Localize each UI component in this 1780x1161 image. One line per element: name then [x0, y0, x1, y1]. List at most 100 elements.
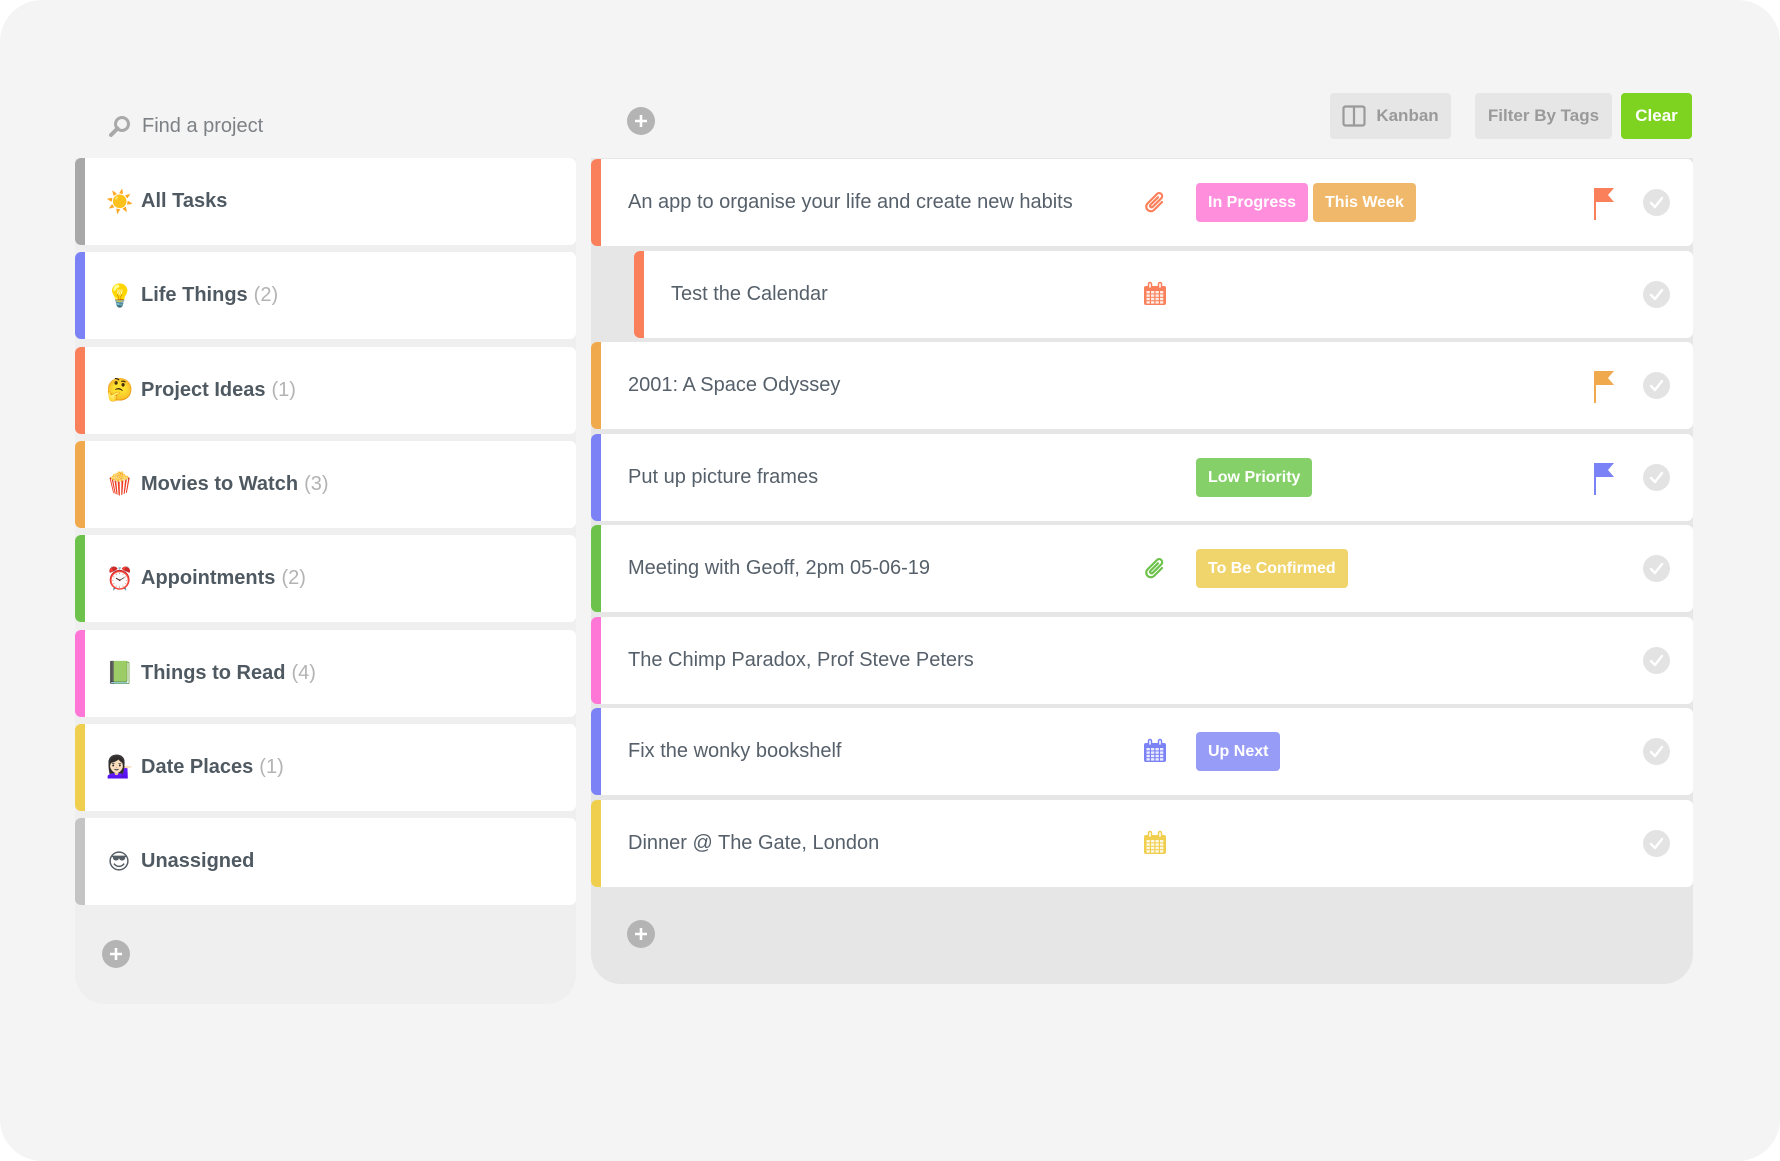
kanban-button[interactable]: Kanban: [1330, 93, 1451, 139]
task-row[interactable]: 2001: A Space Odyssey: [591, 342, 1693, 429]
task-row[interactable]: Fix the wonky bookshelf Up Next: [591, 708, 1693, 795]
checkmark-icon: [1649, 654, 1664, 666]
task-row[interactable]: Meeting with Geoff, 2pm 05-06-19 To Be Co…: [591, 525, 1693, 612]
sidebar-item-movies-to-watch[interactable]: 🍿 Movies to Watch (3): [75, 440, 576, 528]
filter-label: Filter By Tags: [1487, 106, 1600, 125]
project-name: All Tasks: [141, 190, 228, 212]
sidebar-item-all-tasks[interactable]: ☀️ All Tasks: [75, 158, 576, 245]
task-color-stripe: [591, 433, 601, 521]
sidebar-item-life-things[interactable]: 💡 Life Things (2): [75, 252, 576, 340]
task-title: Dinner @ The Gate, London: [628, 831, 880, 854]
complete-checkbox[interactable]: [1643, 829, 1670, 857]
add-task-button-bottom[interactable]: [627, 920, 655, 948]
project-name: Things to Read: [141, 661, 286, 684]
search-icon: [109, 116, 130, 137]
task-tags: To Be Confirmed: [1196, 549, 1348, 588]
project-color-stripe: [75, 158, 85, 245]
complete-checkbox[interactable]: [1643, 555, 1670, 582]
task-list: An app to organise your life and create …: [591, 158, 1693, 984]
sidebar-item-project-ideas[interactable]: 🤔 Project Ideas (1): [75, 346, 576, 434]
task-title: An app to organise your life and create …: [628, 191, 1073, 213]
project-emoji-icon: ⏰: [106, 565, 134, 591]
project-name: Appointments: [141, 567, 276, 590]
project-emoji-icon: 💁🏻‍♀️: [106, 754, 134, 780]
project-color-stripe: [75, 346, 85, 434]
task-row[interactable]: An app to organise your life and create …: [591, 159, 1693, 246]
paperclip-icon[interactable]: [1142, 189, 1168, 215]
task-title: 2001: A Space Odyssey: [628, 374, 841, 396]
project-count: (2): [281, 567, 306, 590]
checkmark-icon: [1649, 379, 1664, 392]
complete-checkbox[interactable]: [1643, 280, 1670, 308]
task-tags: In Progress This Week: [1196, 183, 1416, 222]
sidebar-item-date-places[interactable]: 💁🏻‍♀️ Date Places (1): [75, 723, 576, 811]
checkmark-icon: [1649, 562, 1664, 575]
project-search[interactable]: [108, 108, 442, 144]
flag-icon[interactable]: [1593, 462, 1615, 496]
clear-label: Clear: [1635, 106, 1678, 125]
task-row[interactable]: Put up picture frames Low Priority: [591, 433, 1693, 521]
task-color-stripe: [591, 708, 601, 795]
sidebar-item-things-to-read[interactable]: 📗 Things to Read (4): [75, 629, 576, 717]
complete-checkbox[interactable]: [1643, 463, 1670, 491]
calendar-icon[interactable]: [1142, 738, 1168, 764]
checkmark-icon: [1649, 745, 1664, 758]
project-emoji-icon: 😎: [107, 848, 131, 874]
search-input[interactable]: [142, 114, 442, 138]
clear-button[interactable]: Clear: [1621, 93, 1692, 139]
project-name: Life Things: [141, 284, 248, 307]
task-color-stripe: [591, 799, 601, 887]
project-color-stripe: [75, 629, 85, 717]
checkmark-icon: [1649, 837, 1664, 849]
project-name: Unassigned: [141, 850, 255, 873]
tag-badge[interactable]: Up Next: [1196, 732, 1281, 771]
paperclip-icon[interactable]: [1142, 555, 1168, 581]
tag-badge[interactable]: This Week: [1313, 183, 1416, 222]
kanban-label: Kanban: [1376, 106, 1439, 125]
project-count: (4): [291, 661, 316, 684]
task-color-stripe: [591, 342, 601, 429]
calendar-icon[interactable]: [1142, 830, 1168, 856]
task-title: Put up picture frames: [628, 465, 819, 488]
columns-icon: [1342, 105, 1366, 127]
task-color-stripe: [591, 525, 601, 612]
complete-checkbox[interactable]: [1643, 372, 1670, 399]
calendar-icon[interactable]: [1142, 281, 1168, 307]
project-count: (3): [304, 472, 329, 495]
task-color-stripe: [591, 616, 601, 704]
plus-icon: [110, 948, 122, 960]
project-color-stripe: [75, 535, 85, 623]
task-row[interactable]: The Chimp Paradox, Prof Steve Peters: [591, 616, 1693, 704]
sidebar-item-unassigned[interactable]: 😎 Unassigned: [75, 818, 576, 906]
task-title: The Chimp Paradox, Prof Steve Peters: [628, 648, 974, 671]
add-project-button[interactable]: [102, 940, 130, 968]
tag-badge[interactable]: In Progress: [1196, 183, 1309, 222]
task-title: Fix the wonky bookshelf: [628, 740, 842, 762]
task-row[interactable]: Dinner @ The Gate, London: [591, 799, 1693, 887]
project-color-stripe: [75, 440, 85, 528]
task-tags: Low Priority: [1196, 457, 1313, 497]
filter-by-tags-button[interactable]: Filter By Tags: [1475, 93, 1612, 139]
subtask-row[interactable]: Test the Calendar: [634, 250, 1693, 338]
checkmark-icon: [1649, 196, 1664, 209]
sidebar-item-appointments[interactable]: ⏰ Appointments (2): [75, 535, 576, 623]
project-count: (1): [271, 378, 296, 401]
project-name: Date Places: [141, 755, 254, 778]
checkmark-icon: [1649, 471, 1664, 483]
plus-icon: [635, 115, 647, 127]
flag-icon[interactable]: [1593, 370, 1615, 404]
project-emoji-icon: 💡: [106, 282, 134, 308]
flag-icon[interactable]: [1593, 187, 1615, 221]
complete-checkbox[interactable]: [1643, 738, 1670, 765]
tag-badge[interactable]: Low Priority: [1196, 457, 1313, 497]
tag-badge[interactable]: To Be Confirmed: [1196, 549, 1348, 588]
complete-checkbox[interactable]: [1643, 189, 1670, 216]
complete-checkbox[interactable]: [1643, 646, 1670, 674]
project-emoji-icon: 🤔: [106, 377, 134, 403]
project-name: Project Ideas: [141, 378, 266, 401]
project-emoji-icon: 📗: [106, 660, 134, 685]
project-count: (1): [259, 755, 284, 778]
checkmark-icon: [1649, 288, 1664, 300]
add-task-button-top[interactable]: [627, 107, 655, 135]
project-emoji-icon: 🍿: [106, 471, 134, 497]
